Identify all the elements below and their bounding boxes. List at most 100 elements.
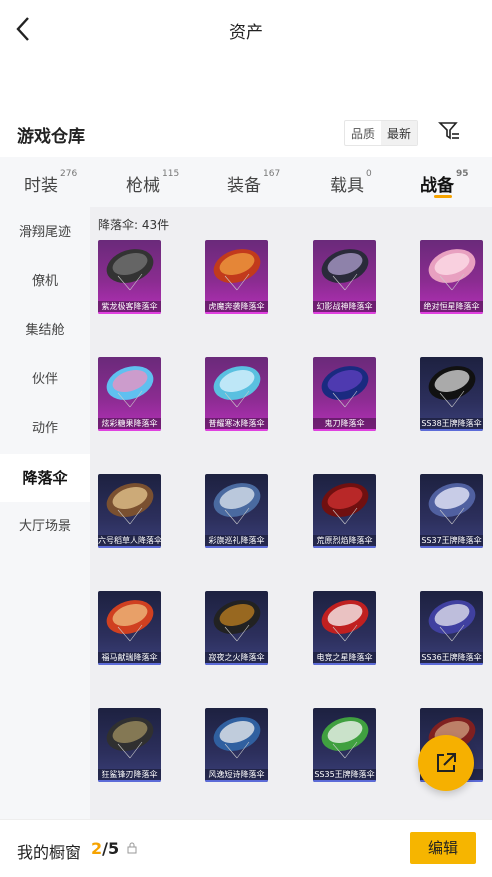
sort-latest-button[interactable]: 最新 [381, 121, 418, 145]
parachute-card[interactable]: 普耀寒冰降落伞 [205, 357, 268, 431]
rarity-edge [205, 546, 268, 548]
parachute-icon [106, 717, 154, 759]
rarity-edge [313, 546, 376, 548]
sidebar-item-parachute[interactable]: 降落伞 [0, 454, 90, 502]
rarity-edge [98, 780, 161, 782]
sidebar-item-emote[interactable]: 动作 [0, 405, 90, 453]
parachute-card[interactable]: 风逸短诗降落伞 [205, 708, 268, 782]
parachute-icon [428, 600, 476, 642]
parachute-card[interactable]: SS36王牌降落伞 [420, 591, 483, 665]
share-button[interactable] [418, 735, 474, 791]
rarity-edge [420, 663, 483, 665]
showcase-bar: 我的橱窗 2/5 编辑 [0, 819, 492, 877]
parachute-card[interactable]: SS35王牌降落伞 [313, 708, 376, 782]
subcategory-sidebar: 滑翔尾迹 僚机 集结舱 伙伴 动作 降落伞 大厅场景 [0, 207, 90, 819]
edit-button[interactable]: 编辑 [410, 832, 476, 864]
rarity-edge [98, 429, 161, 431]
parachute-card[interactable]: 寂夜之火降落伞 [205, 591, 268, 665]
top-bar: 资产 [0, 0, 492, 58]
lock-icon [127, 842, 137, 854]
filter-icon[interactable] [438, 120, 460, 142]
tab-vehicles[interactable]: 载具0 [330, 169, 372, 196]
rarity-edge [98, 312, 161, 314]
rarity-edge [205, 780, 268, 782]
sort-toggle: 品质 最新 [344, 120, 419, 146]
parachute-icon [213, 600, 261, 642]
tab-label: 载具 [330, 176, 364, 196]
parachute-icon [213, 483, 261, 525]
parachute-icon [321, 366, 369, 408]
tab-count: 95 [456, 169, 469, 179]
rarity-edge [420, 546, 483, 548]
showcase-current: 2 [91, 839, 103, 858]
rarity-edge [313, 780, 376, 782]
category-tabs: 时装276 枪械115 装备167 载具0 战备95 [0, 157, 492, 207]
rarity-edge [420, 429, 483, 431]
rarity-edge [420, 312, 483, 314]
showcase-count: 2/5 [91, 839, 119, 858]
parachute-icon [321, 249, 369, 291]
rarity-edge [205, 312, 268, 314]
tab-weapons[interactable]: 枪械115 [126, 169, 180, 196]
parachute-icon [213, 249, 261, 291]
rarity-edge [313, 663, 376, 665]
parachute-icon [321, 600, 369, 642]
tab-fashion[interactable]: 时装276 [24, 169, 78, 196]
parachute-icon [106, 600, 154, 642]
parachute-icon [213, 717, 261, 759]
showcase-label: 我的橱窗 [17, 843, 82, 862]
item-grid: 降落伞: 43件 紫龙极客降落伞 虎魔奔袭降落伞 幻影战神降落伞 绝对恒星降落伞炫彩糖… [90, 207, 492, 819]
parachute-card[interactable]: SS37王牌降落伞 [420, 474, 483, 548]
sidebar-item-companion[interactable]: 伙伴 [0, 356, 90, 404]
tab-equipment[interactable]: 装备167 [227, 169, 281, 196]
rarity-edge [98, 663, 161, 665]
parachute-card[interactable]: 荒原烈焰降落伞 [313, 474, 376, 548]
item-count: 降落伞: 43件 [98, 218, 170, 232]
parachute-card[interactable]: 福马献瑞降落伞 [98, 591, 161, 665]
parachute-icon [106, 483, 154, 525]
parachute-card[interactable]: SS38王牌降落伞 [420, 357, 483, 431]
sidebar-item-lobby-scene[interactable]: 大厅场景 [0, 503, 90, 551]
parachute-card[interactable]: 幻影战神降落伞 [313, 240, 376, 314]
parachute-icon [428, 249, 476, 291]
tab-label: 枪械 [126, 176, 160, 196]
share-icon [437, 753, 456, 772]
tab-count: 0 [366, 169, 372, 179]
active-tab-indicator [434, 195, 452, 198]
parachute-card[interactable]: 六号稻草人降落伞 [98, 474, 161, 548]
parachute-card[interactable]: 鬼刀降落伞 [313, 357, 376, 431]
tab-count: 115 [162, 169, 180, 179]
rarity-edge [205, 663, 268, 665]
parachute-card[interactable]: 彩旗巡礼降落伞 [205, 474, 268, 548]
tab-count: 167 [263, 169, 281, 179]
tab-label: 时装 [24, 176, 58, 196]
parachute-icon [106, 366, 154, 408]
rarity-edge [205, 429, 268, 431]
parachute-card[interactable]: 紫龙极客降落伞 [98, 240, 161, 314]
tab-count: 276 [60, 169, 78, 179]
rarity-edge [98, 546, 161, 548]
parachute-icon [213, 366, 261, 408]
parachute-card[interactable]: 绝对恒星降落伞 [420, 240, 483, 314]
parachute-icon [321, 483, 369, 525]
rarity-edge [313, 312, 376, 314]
tab-label: 装备 [227, 176, 261, 196]
showcase-total: /5 [102, 839, 120, 858]
parachute-card[interactable]: 炫彩糖果降落伞 [98, 357, 161, 431]
parachute-icon [321, 717, 369, 759]
parachute-card[interactable]: 狂鲨锋刃降落伞 [98, 708, 161, 782]
parachute-icon [428, 483, 476, 525]
rarity-edge [313, 429, 376, 431]
sidebar-item-glide-trail[interactable]: 滑翔尾迹 [0, 209, 90, 257]
parachute-card[interactable]: 电竞之星降落伞 [313, 591, 376, 665]
parachute-card[interactable]: 虎魔奔袭降落伞 [205, 240, 268, 314]
tab-combat-gear[interactable]: 战备95 [420, 169, 469, 196]
warehouse-header: 游戏仓库 品质 最新 [0, 112, 492, 156]
sidebar-item-assembly-pod[interactable]: 集结舱 [0, 307, 90, 355]
parachute-icon [428, 366, 476, 408]
parachute-icon [106, 249, 154, 291]
sidebar-item-wingman[interactable]: 僚机 [0, 258, 90, 306]
sort-quality-button[interactable]: 品质 [345, 121, 381, 145]
tab-label: 战备 [420, 176, 454, 196]
warehouse-title: 游戏仓库 [17, 127, 85, 147]
